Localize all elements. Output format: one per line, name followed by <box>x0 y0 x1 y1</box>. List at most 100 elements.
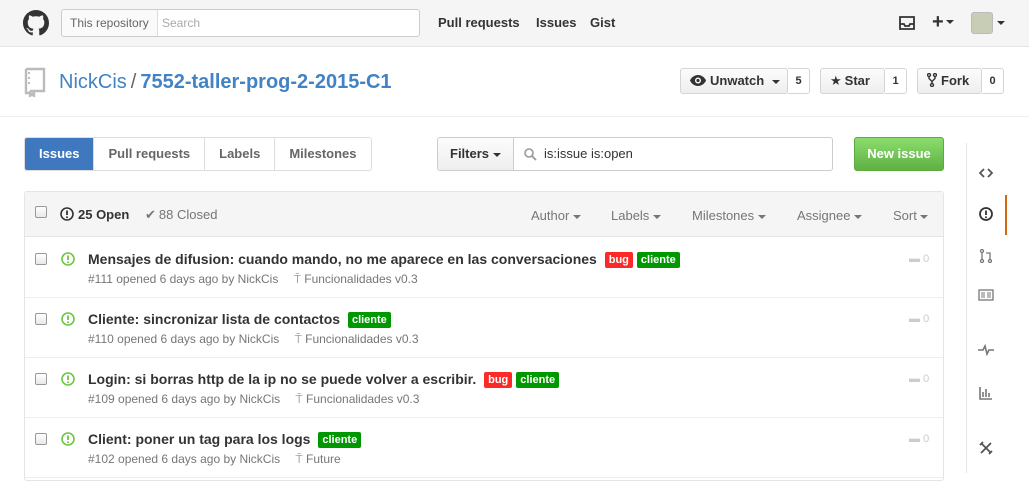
sidebar-item-pull-requests[interactable] <box>967 237 1005 277</box>
star-button[interactable]: ★ Star <box>820 68 885 94</box>
nav-gist[interactable]: Gist <box>590 15 615 30</box>
filter-bar: Filters is:issue is:open <box>437 137 833 171</box>
issue-opened-icon <box>60 207 74 221</box>
sidebar-item-pulse[interactable] <box>967 332 1005 372</box>
new-issue-button[interactable]: New issue <box>854 137 944 171</box>
issue-meta: #102 opened 6 days ago by NickCis ⍑ Futu… <box>88 452 341 467</box>
issue-row[interactable]: Login: si borras http de la ip no se pue… <box>25 358 943 418</box>
issue-checkbox[interactable] <box>35 313 47 325</box>
label-cliente[interactable]: cliente <box>318 432 362 448</box>
fork-button[interactable]: Fork <box>917 68 982 94</box>
milestone-link[interactable]: ⍑ Funcionalidades v0.3 <box>295 392 419 406</box>
watch-count[interactable]: 5 <box>788 68 810 94</box>
comment-count[interactable]: ▬ 0 <box>909 373 929 385</box>
issue-title-link[interactable]: Login: si borras http de la ip no se pue… <box>88 371 476 387</box>
labels-filter[interactable]: Labels <box>611 208 661 223</box>
issue-checkbox[interactable] <box>35 373 47 385</box>
milestone-icon: ⍑ <box>295 392 303 406</box>
label-cliente[interactable]: cliente <box>347 312 391 328</box>
fork-label: Fork <box>941 73 970 88</box>
issue-filter-input[interactable]: is:issue is:open <box>544 138 633 170</box>
label-cliente[interactable]: cliente <box>516 372 560 388</box>
tab-labels[interactable]: Labels <box>205 138 276 170</box>
repo-separator: / <box>130 71 137 93</box>
sort-filter-label: Sort <box>893 208 917 223</box>
label-cliente[interactable]: cliente <box>636 252 680 268</box>
comment-count[interactable]: ▬ 0 <box>909 253 929 265</box>
issue-title-link[interactable]: Cliente: sincronizar lista de contactos <box>88 311 340 327</box>
issue-title-row: Login: si borras http de la ip no se pue… <box>88 371 560 388</box>
milestone-icon: ⍑ <box>294 332 302 346</box>
closed-count: 88 Closed <box>158 207 218 222</box>
milestones-filter[interactable]: Milestones <box>692 208 766 223</box>
select-all-checkbox[interactable] <box>35 206 47 218</box>
issue-row[interactable]: Mensajes de difusion: cuando mando, no m… <box>25 238 943 298</box>
tab-milestones[interactable]: Milestones <box>275 138 370 170</box>
issue-opened-by: #111 opened 6 days ago by NickCis <box>88 272 279 286</box>
repo-name-link[interactable]: 7552-taller-prog-2-2015-C1 <box>140 71 391 93</box>
assignee-filter[interactable]: Assignee <box>797 208 863 223</box>
pulse-icon <box>978 343 994 357</box>
star-label: Star <box>844 73 870 88</box>
sidebar-item-issues[interactable] <box>967 195 1007 235</box>
sidebar-item-wiki[interactable] <box>967 277 1005 317</box>
author-filter[interactable]: Author <box>531 208 581 223</box>
fork-count[interactable]: 0 <box>982 68 1004 94</box>
issue-meta: #111 opened 6 days ago by NickCis ⍑ Func… <box>88 272 418 287</box>
nav-pull-requests[interactable]: Pull requests <box>438 15 520 30</box>
open-issues-toggle[interactable]: 25 Open <box>60 207 129 222</box>
open-count: 25 Open <box>78 207 130 222</box>
tab-issues[interactable]: Issues <box>25 138 95 170</box>
issue-checkbox[interactable] <box>35 253 47 265</box>
search-input[interactable]: Search <box>162 10 200 36</box>
inbox-icon[interactable] <box>899 16 915 30</box>
milestone-link[interactable]: ⍑ Funcionalidades v0.3 <box>295 332 419 346</box>
closed-issues-toggle[interactable]: ✔ 88 Closed <box>145 207 217 223</box>
sidebar-item-code[interactable] <box>967 155 1005 195</box>
eye-icon <box>690 75 706 86</box>
search-box[interactable]: This repository Search <box>61 9 420 37</box>
issue-opened-by: #110 opened 6 days ago by NickCis <box>88 332 280 346</box>
filters-button[interactable]: Filters <box>438 138 514 170</box>
comment-icon: ▬ <box>909 433 920 445</box>
issue-opened-by: #109 opened 6 days ago by NickCis <box>88 392 281 406</box>
search-scope: This repository <box>62 10 158 36</box>
sort-filter[interactable]: Sort <box>893 208 929 223</box>
github-logo-icon[interactable] <box>23 10 49 36</box>
issue-opened-icon <box>61 252 75 266</box>
issue-row[interactable]: Cliente: sincronizar lista de contactos … <box>25 298 943 358</box>
issue-meta: #110 opened 6 days ago by NickCis ⍑ Func… <box>88 332 419 347</box>
avatar[interactable] <box>971 12 993 34</box>
milestone-name: Future <box>306 452 341 466</box>
sidebar-item-settings[interactable] <box>967 429 1005 469</box>
milestone-link[interactable]: ⍑ Funcionalidades v0.3 <box>294 272 418 286</box>
label-bug[interactable]: bug <box>604 252 633 268</box>
sidebar-item-graphs[interactable] <box>967 374 1005 414</box>
search-icon <box>524 148 537 161</box>
wiki-icon <box>978 289 994 301</box>
label-bug[interactable]: bug <box>484 372 513 388</box>
issues-subnav: Issues Pull requests Labels Milestones <box>24 137 372 171</box>
labels-filter-label: Labels <box>611 208 650 223</box>
comment-count[interactable]: ▬ 0 <box>909 433 929 445</box>
tab-pull-requests[interactable]: Pull requests <box>94 138 206 170</box>
comment-count[interactable]: ▬ 0 <box>909 313 929 325</box>
star-count[interactable]: 1 <box>885 68 907 94</box>
chevron-down-icon[interactable] <box>997 21 1005 25</box>
issue-opened-icon <box>61 372 75 386</box>
comment-count-value: 0 <box>923 433 930 445</box>
create-new-icon[interactable]: + <box>932 11 954 34</box>
nav-issues[interactable]: Issues <box>536 15 576 30</box>
issue-checkbox[interactable] <box>35 433 47 445</box>
unwatch-button[interactable]: Unwatch <box>680 68 788 94</box>
issue-title-link[interactable]: Mensajes de difusion: cuando mando, no m… <box>88 251 597 267</box>
milestone-name: Funcionalidades v0.3 <box>306 392 420 406</box>
code-icon <box>978 168 994 178</box>
issue-row[interactable]: Client: poner un tag para los logs clien… <box>25 418 943 478</box>
issue-title-link[interactable]: Client: poner un tag para los logs <box>88 431 310 447</box>
repo-owner-link[interactable]: NickCis <box>59 71 127 93</box>
comment-icon: ▬ <box>909 313 920 325</box>
issue-opened-icon <box>979 207 993 221</box>
filters-label: Filters <box>450 146 490 161</box>
milestone-link[interactable]: ⍑ Future <box>295 452 340 466</box>
